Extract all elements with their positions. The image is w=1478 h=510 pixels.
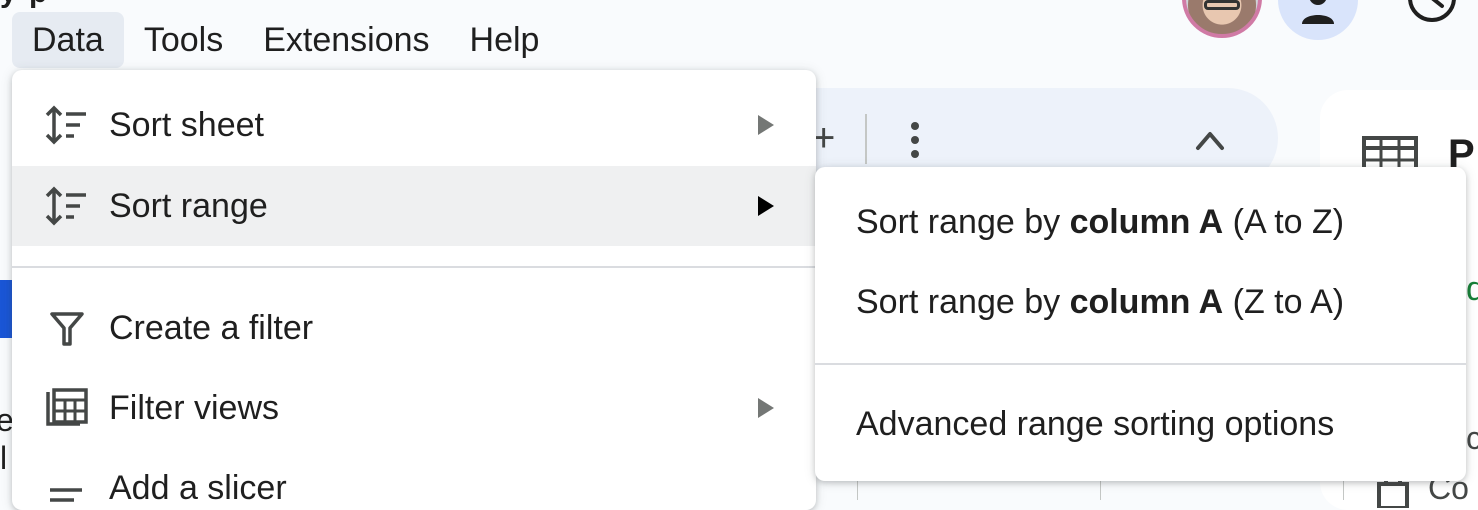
menu-data[interactable]: Data: [12, 12, 124, 68]
submenu-item-suffix: (Z to A): [1223, 283, 1345, 321]
submenu-item-prefix: Sort range by: [856, 283, 1070, 321]
calendar-icon: [1377, 478, 1409, 508]
submenu-item-advanced-sorting[interactable]: Advanced range sorting options: [815, 384, 1466, 464]
submenu-arrow-icon: [758, 115, 774, 135]
data-menu: Sort sheet Sort range Create a filter Fi…: [12, 70, 816, 510]
filter-icon: [50, 312, 84, 346]
submenu-arrow-icon: [758, 398, 774, 418]
menu-tools[interactable]: Tools: [124, 12, 243, 68]
cell-fragment: l: [0, 440, 8, 476]
toolbar-divider: [865, 114, 867, 164]
submenu-divider: [815, 363, 1466, 365]
menu-item-sort-sheet[interactable]: Sort sheet: [12, 85, 816, 165]
filter-views-icon: [46, 388, 88, 426]
submenu-item-column: column A: [1069, 203, 1224, 241]
sort-icon: [45, 105, 86, 145]
history-icon[interactable]: [1404, 0, 1460, 26]
menu-bar: Data Tools Extensions Help: [12, 12, 559, 68]
person-icon: [1302, 0, 1334, 24]
menu-divider: [12, 266, 816, 268]
chevron-up-icon[interactable]: [1190, 122, 1230, 158]
menu-item-filter-views[interactable]: Filter views: [12, 368, 816, 448]
sort-range-submenu: Sort range by column A (A to Z) Sort ran…: [815, 167, 1466, 481]
menu-item-label: Create a filter: [109, 309, 314, 347]
slicer-icon: [50, 488, 82, 502]
menu-item-add-slicer[interactable]: Add a slicer: [12, 448, 816, 510]
menu-item-create-filter[interactable]: Create a filter: [12, 288, 816, 368]
menu-item-label: Add a slicer: [109, 469, 287, 507]
menu-extensions[interactable]: Extensions: [243, 12, 449, 68]
avatar-glasses: [1204, 0, 1240, 10]
document-title-fragment: y p: [0, 0, 49, 10]
submenu-item-prefix: Sort range by: [856, 203, 1070, 241]
submenu-item-suffix: (A to Z): [1223, 203, 1345, 241]
side-panel-text: c: [1466, 420, 1478, 456]
user-avatar[interactable]: [1182, 0, 1262, 38]
more-vert-icon[interactable]: [900, 118, 930, 162]
submenu-item-sort-a-to-z[interactable]: Sort range by column A (A to Z): [815, 182, 1466, 262]
menu-item-sort-range[interactable]: Sort range: [12, 166, 816, 246]
menu-item-label: Sort sheet: [109, 106, 264, 144]
account-button[interactable]: [1278, 0, 1358, 40]
menu-help[interactable]: Help: [450, 12, 560, 68]
sort-icon: [45, 186, 86, 226]
menu-item-label: Filter views: [109, 389, 280, 427]
submenu-item-column: column A: [1069, 283, 1224, 321]
menu-item-label: Sort range: [109, 187, 268, 225]
side-panel-status: d: [1466, 270, 1478, 308]
submenu-arrow-icon: [758, 196, 774, 216]
submenu-item-sort-z-to-a[interactable]: Sort range by column A (Z to A): [815, 262, 1466, 342]
